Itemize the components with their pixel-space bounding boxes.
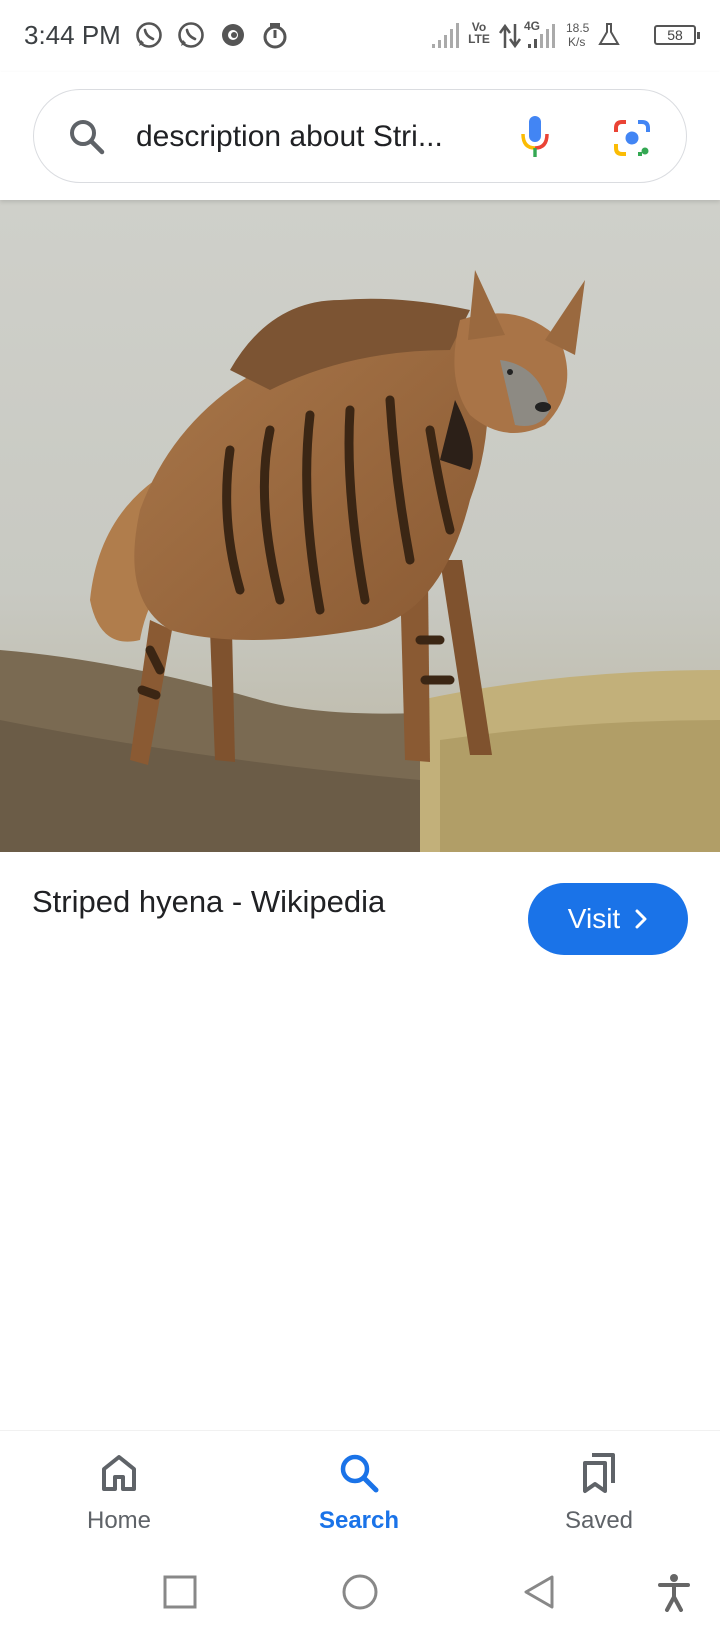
app-icon	[222, 24, 244, 46]
lens-icon[interactable]	[612, 118, 652, 158]
nav-saved-label: Saved	[564, 1507, 634, 1534]
search-input[interactable]: description about Stri...	[136, 118, 476, 156]
timer-icon	[263, 23, 287, 49]
nav-saved[interactable]: Saved	[519, 1431, 679, 1551]
home-circle-icon[interactable]	[340, 1572, 380, 1612]
search-header: description about Stri...	[0, 72, 720, 200]
signal-icon	[432, 23, 459, 48]
status-bar: 3:44 PM Vo LTE 4G 18.5 K/s 58	[0, 0, 720, 72]
back-icon[interactable]	[520, 1572, 560, 1612]
result-title[interactable]: Striped hyena - Wikipedia	[32, 884, 385, 920]
visit-button[interactable]: Visit	[528, 883, 688, 955]
nav-search-label: Search	[318, 1507, 400, 1534]
whatsapp-icon	[178, 22, 204, 48]
home-icon	[102, 1455, 136, 1491]
visit-label: Visit	[567, 903, 621, 934]
status-time: 3:44 PM	[24, 20, 121, 50]
bookmarks-icon	[583, 1453, 615, 1493]
search-icon[interactable]	[68, 118, 106, 156]
system-nav	[0, 1550, 720, 1640]
battery-icon: 58	[654, 25, 700, 45]
nav-search[interactable]: Search	[279, 1431, 439, 1551]
search-icon	[340, 1454, 379, 1493]
speed-value: 18.5	[566, 21, 590, 35]
mic-icon[interactable]	[520, 114, 550, 160]
signal-icon	[528, 24, 555, 48]
data-arrows-icon	[498, 23, 522, 49]
search-box[interactable]: description about Stri...	[33, 89, 687, 183]
chevron-right-icon	[635, 909, 647, 929]
nav-home-label: Home	[86, 1507, 152, 1534]
flask-icon	[598, 23, 620, 45]
result-image[interactable]	[0, 200, 720, 852]
recents-icon[interactable]	[160, 1572, 200, 1612]
whatsapp-icon	[136, 22, 162, 48]
volte-label: Vo LTE	[468, 20, 490, 46]
striped-hyena-image	[0, 270, 720, 852]
speed-unit: K/s	[568, 35, 586, 49]
bottom-nav: Home Search Saved	[0, 1430, 720, 1550]
nav-home[interactable]: Home	[39, 1431, 199, 1551]
accessibility-icon[interactable]	[654, 1572, 694, 1612]
